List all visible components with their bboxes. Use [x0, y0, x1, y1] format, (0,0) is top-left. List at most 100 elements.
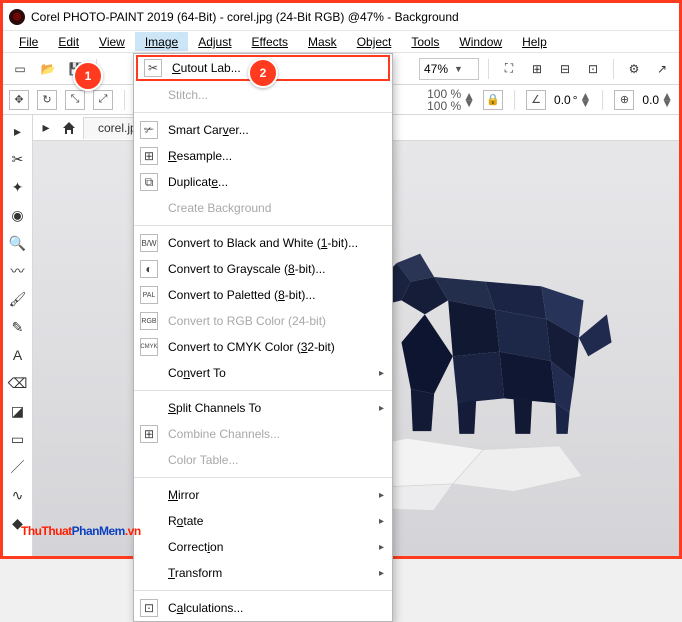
combine-icon: ⊞ — [140, 425, 158, 443]
menu-view[interactable]: View — [89, 32, 135, 51]
menu-file[interactable]: File — [9, 32, 48, 51]
menu-resample[interactable]: ⊞ Resample... — [134, 143, 392, 169]
line-tool-icon[interactable]: ／ — [6, 455, 30, 479]
spinner-arrows-icon[interactable]: ▲▼ — [463, 93, 475, 107]
gray-icon: ◐ — [140, 260, 158, 278]
menu-mirror[interactable]: Mirror ▸ — [134, 482, 392, 508]
menu-label: Cutout Lab... — [172, 61, 241, 75]
calc-icon: ⊡ — [140, 599, 158, 617]
new-icon[interactable]: ▭ — [9, 58, 31, 80]
scale-x-value: 100 % — [421, 88, 461, 100]
scale-spinner[interactable]: 100 % 100 % ▲▼ — [421, 88, 475, 112]
pick-mini-icon[interactable]: ▸ — [37, 119, 55, 137]
menu-help[interactable]: Help — [512, 32, 557, 51]
menu-convert-to[interactable]: Convert To ▸ — [134, 360, 392, 386]
menu-edit[interactable]: Edit — [48, 32, 89, 51]
menu-label: Mirror — [168, 488, 199, 502]
submenu-arrow-icon: ▸ — [379, 490, 384, 501]
menu-convert-grayscale[interactable]: ◐ Convert to Grayscale (8-bit)... — [134, 256, 392, 282]
text-tool-icon[interactable]: A — [6, 343, 30, 367]
menu-convert-paletted[interactable]: PAL Convert to Paletted (8-bit)... — [134, 282, 392, 308]
menu-image[interactable]: Image — [135, 32, 188, 51]
clone-tool-icon[interactable]: ✦ — [6, 175, 30, 199]
rulers-icon[interactable]: ⊞ — [526, 58, 548, 80]
shadow-tool-icon[interactable]: ◪ — [6, 399, 30, 423]
blank-icon — [140, 399, 158, 417]
pick-tool-icon[interactable]: ▸ — [6, 119, 30, 143]
angle-value: 0.0 — [554, 93, 571, 107]
menu-label: Correction — [168, 540, 223, 554]
menu-separator — [134, 477, 392, 478]
scissors-icon: ✂ — [144, 59, 162, 77]
menu-object[interactable]: Object — [347, 32, 402, 51]
menu-label: Stitch... — [168, 88, 208, 102]
blank-icon — [140, 564, 158, 582]
launch-icon[interactable]: ↗ — [651, 58, 673, 80]
open-icon[interactable]: 📂 — [37, 58, 59, 80]
menu-split-channels[interactable]: Split Channels To ▸ — [134, 395, 392, 421]
rotate-icon[interactable]: ↻ — [37, 90, 57, 110]
submenu-arrow-icon: ▸ — [379, 568, 384, 579]
rgb-icon: RGB — [140, 312, 158, 330]
menu-calculations[interactable]: ⊡ Calculations... — [134, 595, 392, 621]
center-spinner[interactable]: 0.0 ▲▼ — [642, 93, 673, 107]
menu-correction[interactable]: Correction ▸ — [134, 534, 392, 560]
menu-transform[interactable]: Transform ▸ — [134, 560, 392, 586]
menu-label: Combine Channels... — [168, 427, 280, 441]
spinner-arrows-icon[interactable]: ▲▼ — [661, 93, 673, 107]
paint-tool-icon[interactable]: 🖌 — [6, 287, 30, 311]
submenu-arrow-icon: ▸ — [379, 368, 384, 379]
menu-duplicate[interactable]: ⧉ Duplicate... — [134, 169, 392, 195]
carver-icon: ✃ — [140, 121, 158, 139]
menu-smart-carver[interactable]: ✃ Smart Carver... — [134, 117, 392, 143]
size-icon[interactable]: ⤡ — [65, 90, 85, 110]
menu-adjust[interactable]: Adjust — [188, 32, 241, 51]
center-value: 0.0 — [642, 93, 659, 107]
menu-label: Convert to CMYK Color (32-bit) — [168, 340, 335, 354]
zoom-value: 47% — [424, 62, 448, 76]
image-menu-dropdown: ✂ Cutout Lab... Stitch... ✃ Smart Carver… — [133, 53, 393, 622]
zoom-tool-icon[interactable]: 🔍 — [6, 231, 30, 255]
effect-tool-icon[interactable]: ✎ — [6, 315, 30, 339]
duplicate-icon: ⧉ — [140, 173, 158, 191]
guides-icon[interactable]: ⊡ — [582, 58, 604, 80]
menu-convert-bw[interactable]: B/W Convert to Black and White (1-bit)..… — [134, 230, 392, 256]
eraser-tool-icon[interactable]: ⌫ — [6, 371, 30, 395]
watermark: ThuThuatPhanMem.vn — [21, 511, 141, 542]
angle-icon: ∠ — [526, 90, 546, 110]
position-icon[interactable]: ✥ — [9, 90, 29, 110]
rectangle-tool-icon[interactable]: ▭ — [6, 427, 30, 451]
blank-icon — [140, 364, 158, 382]
spinner-arrows-icon[interactable]: ▲▼ — [580, 93, 592, 107]
path-tool-icon[interactable]: ∿ — [6, 483, 30, 507]
menu-convert-cmyk[interactable]: CMYK Convert to CMYK Color (32-bit) — [134, 334, 392, 360]
menu-mask[interactable]: Mask — [298, 32, 347, 51]
grid-icon[interactable]: ⊟ — [554, 58, 576, 80]
menu-label: Convert to Grayscale (8-bit)... — [168, 262, 325, 276]
menu-window[interactable]: Window — [449, 32, 512, 51]
submenu-arrow-icon: ▸ — [379, 542, 384, 553]
blank-icon — [140, 199, 158, 217]
menu-rotate[interactable]: Rotate ▸ — [134, 508, 392, 534]
fullscreen-icon[interactable]: ⛶ — [498, 58, 520, 80]
scale-icon[interactable]: ⤢ — [93, 90, 113, 110]
menu-effects[interactable]: Effects — [242, 32, 298, 51]
angle-spinner[interactable]: 0.0 ° ▲▼ — [554, 93, 591, 107]
redeye-tool-icon[interactable]: ◉ — [6, 203, 30, 227]
toolbar-separator — [602, 90, 603, 110]
options-icon[interactable]: ⚙ — [623, 58, 645, 80]
menu-separator — [134, 225, 392, 226]
menu-label: Create Background — [168, 201, 271, 215]
menu-tools[interactable]: Tools — [401, 32, 449, 51]
center-rotation-icon[interactable]: ⊕ — [614, 90, 634, 110]
title-bar: ◎ Corel PHOTO-PAINT 2019 (64-Bit) - core… — [3, 3, 679, 31]
liquid-tool-icon[interactable]: 〰 — [6, 259, 30, 283]
toolbar-separator — [488, 59, 489, 79]
crop-tool-icon[interactable]: ✂ — [6, 147, 30, 171]
app-icon: ◎ — [9, 9, 25, 25]
lock-ratio-icon[interactable]: 🔒 — [483, 90, 503, 110]
blank-icon — [140, 538, 158, 556]
home-icon[interactable] — [61, 120, 77, 136]
watermark-part-1: ThuThuat — [21, 524, 72, 538]
zoom-combo[interactable]: 47% ▼ — [419, 58, 479, 80]
